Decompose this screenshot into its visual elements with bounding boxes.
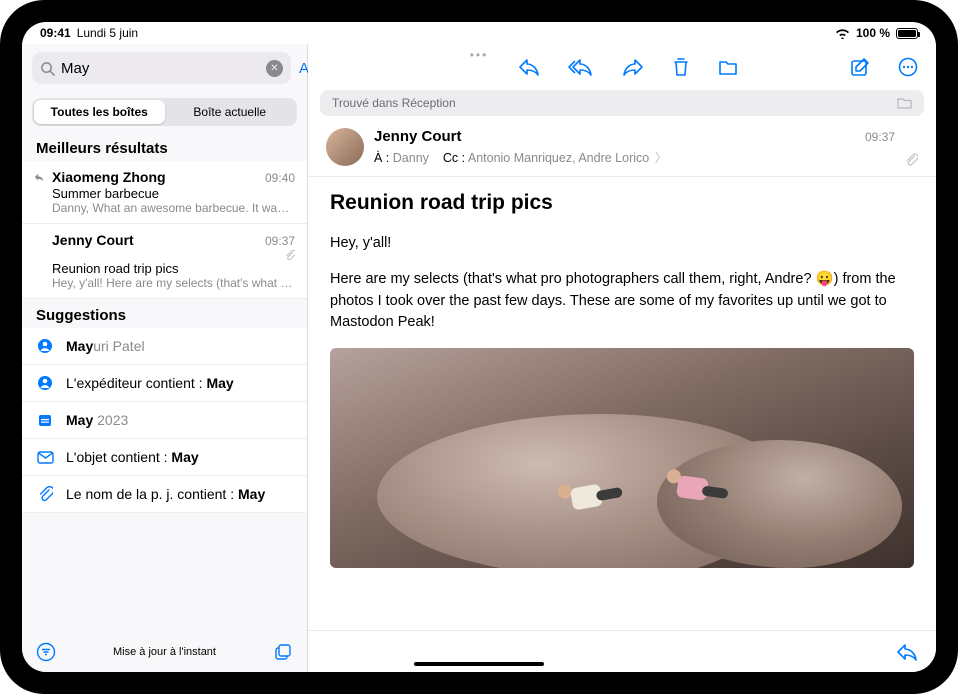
sugg-rest: uri Patel (93, 338, 144, 354)
result-subject: Summer barbecue (52, 186, 295, 201)
person-icon (36, 375, 54, 391)
attachment-icon (905, 153, 918, 166)
mail-icon (36, 451, 54, 464)
suggestion-item[interactable]: Mayuri Patel (22, 328, 307, 365)
attachment-icon (285, 250, 295, 260)
message-time: 09:37 (865, 130, 895, 144)
person-icon (36, 338, 54, 354)
message-body[interactable]: Reunion road trip pics Hey, y'all! Here … (308, 177, 936, 630)
screen: 09:41 Lundi 5 juin 100 % ••• (22, 22, 936, 672)
message-subject: Reunion road trip pics (330, 191, 914, 215)
mail-app: ✕ Annuler Toutes les boîtes Boîte actuel… (22, 44, 936, 672)
suggestion-item[interactable]: May 2023 (22, 402, 307, 439)
results-list: Xiaomeng Zhong 09:40 Summer barbecue Dan… (22, 161, 307, 299)
segment-current-mailbox[interactable]: Boîte actuelle (165, 100, 296, 124)
result-preview: Danny, What an awesome barbecue. It was … (52, 201, 295, 215)
sidebar: ✕ Annuler Toutes les boîtes Boîte actuel… (22, 44, 308, 672)
sender-name[interactable]: Jenny Court (374, 128, 462, 145)
sugg-bold: May (206, 375, 233, 391)
sugg-pre: L'objet contient : (66, 449, 171, 465)
found-in-bar[interactable]: Trouvé dans Réception (320, 90, 924, 116)
forward-button[interactable] (622, 58, 644, 76)
result-sender: Jenny Court (52, 232, 134, 248)
status-bar: 09:41 Lundi 5 juin 100 % (22, 22, 936, 44)
cc-label: Cc : (443, 151, 465, 165)
to-value: Danny (393, 151, 429, 165)
status-date: Lundi 5 juin (77, 26, 138, 40)
to-label: À : (374, 151, 389, 165)
sugg-rest: 2023 (93, 412, 128, 428)
reply-button[interactable] (518, 58, 540, 76)
suggestions-list: Mayuri Patel L'expéditeur contient : May… (22, 328, 307, 513)
move-button[interactable] (718, 59, 738, 76)
sugg-bold: May (66, 412, 93, 428)
reply-button-footer[interactable] (896, 643, 918, 661)
trash-button[interactable] (672, 57, 690, 77)
sync-status: Mise à jour à l'instant (22, 646, 307, 658)
ipad-frame: 09:41 Lundi 5 juin 100 % ••• (0, 0, 958, 694)
compose-button[interactable] (850, 57, 870, 77)
status-time: 09:41 (40, 26, 71, 40)
chevron-right-icon: 〉 (655, 151, 668, 165)
reply-all-button[interactable] (568, 58, 594, 76)
cc-value: Antonio Manriquez, Andre Lorico (468, 151, 649, 165)
found-in-label: Trouvé dans Réception (332, 96, 456, 110)
attached-photo[interactable] (330, 348, 914, 568)
message-toolbar (308, 44, 936, 90)
message-header: Jenny Court 09:37 À : Danny Cc : Antonio… (308, 116, 936, 177)
suggestion-item[interactable]: L'expéditeur contient : May (22, 365, 307, 402)
sugg-pre: L'expéditeur contient : (66, 375, 206, 391)
result-subject: Reunion road trip pics (52, 261, 295, 276)
result-sender: Xiaomeng Zhong (52, 169, 166, 185)
calendar-icon (36, 412, 54, 428)
new-window-button[interactable] (273, 642, 293, 662)
segment-all-mailboxes[interactable]: Toutes les boîtes (34, 100, 165, 124)
multitask-dots-icon[interactable]: ••• (470, 48, 489, 62)
sugg-bold: May (238, 486, 265, 502)
message-paragraph: Here are my selects (that's what pro pho… (330, 269, 914, 334)
result-item[interactable]: Xiaomeng Zhong 09:40 Summer barbecue Dan… (22, 161, 307, 224)
result-preview: Hey, y'all! Here are my selects (that's … (52, 276, 295, 290)
result-item[interactable]: Jenny Court 09:37 Reunion road trip pics… (22, 224, 307, 299)
sugg-bold: May (66, 338, 93, 354)
sugg-pre: Le nom de la p. j. contient : (66, 486, 238, 502)
search-icon (40, 61, 55, 76)
suggestion-item[interactable]: Le nom de la p. j. contient : May (22, 476, 307, 513)
battery-pct: 100 % (856, 26, 890, 40)
sugg-bold: May (171, 449, 198, 465)
mailbox-scope-segment[interactable]: Toutes les boîtes Boîte actuelle (32, 98, 297, 126)
wifi-icon (835, 28, 850, 39)
recipients-row[interactable]: À : Danny Cc : Antonio Manriquez, Andre … (374, 147, 895, 166)
suggestions-header: Suggestions (22, 299, 307, 328)
folder-icon (897, 97, 912, 109)
message-greeting: Hey, y'all! (330, 233, 914, 255)
paperclip-icon (36, 486, 54, 502)
home-indicator[interactable] (414, 662, 544, 666)
sender-avatar[interactable] (326, 128, 364, 166)
result-time: 09:37 (265, 234, 295, 248)
search-input[interactable] (61, 60, 260, 77)
suggestion-item[interactable]: L'objet contient : May (22, 439, 307, 476)
battery-icon (896, 28, 918, 39)
message-footer-toolbar (308, 630, 936, 672)
message-pane: Trouvé dans Réception Jenny Court 09:37 … (308, 44, 936, 672)
result-time: 09:40 (265, 171, 295, 185)
more-button[interactable] (898, 57, 918, 77)
filter-button[interactable] (36, 642, 56, 662)
top-hits-header: Meilleurs résultats (22, 132, 307, 161)
search-box[interactable]: ✕ (32, 52, 291, 84)
clear-search-button[interactable]: ✕ (266, 60, 283, 77)
reply-indicator-icon (34, 173, 44, 183)
